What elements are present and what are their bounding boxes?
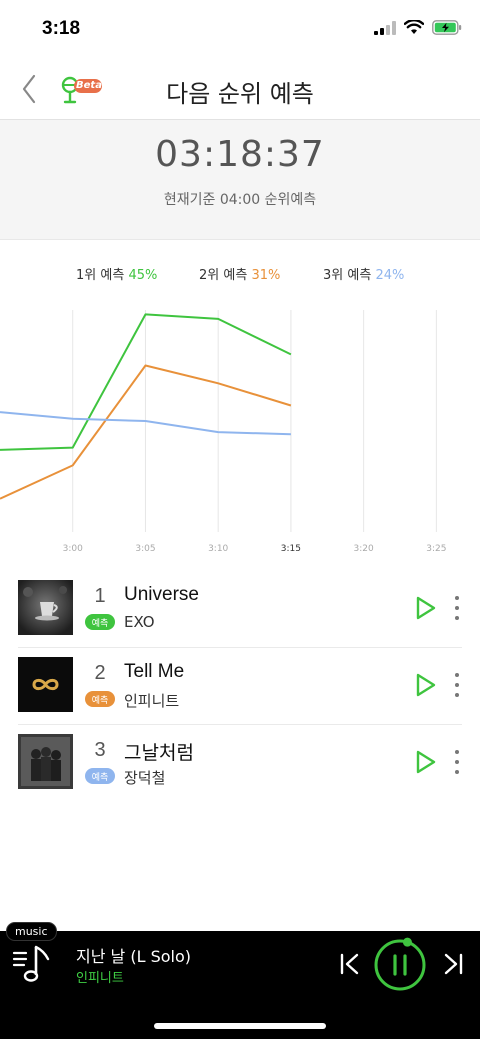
song-title[interactable]: 그날처럼	[124, 738, 194, 765]
song-title[interactable]: Tell Me	[124, 661, 184, 683]
chevron-left-icon	[22, 74, 36, 104]
album-cover[interactable]	[18, 734, 73, 789]
list-item[interactable]: 3 예측 그날처럼 장덕철	[0, 724, 480, 802]
song-list: 1 예측 Universe EXO 2 예측 Tell Me 인피니트 3 예측…	[0, 571, 480, 802]
legend-percent: 31%	[251, 268, 281, 283]
more-options-icon[interactable]	[448, 673, 466, 697]
list-item[interactable]: 2 예측 Tell Me 인피니트	[0, 647, 480, 725]
prediction-badge: 예측	[85, 614, 115, 630]
legend-item-rank1: 1위 예측 45%	[76, 264, 157, 283]
prediction-chart: 3:00 3:05 3:10 3:15 3:20 3:25	[0, 310, 480, 560]
play-icon[interactable]	[414, 672, 438, 698]
chart-legend: 1위 예측 45% 2위 예측 31% 3위 예측 24%	[0, 264, 480, 284]
previous-track-icon[interactable]	[338, 951, 362, 977]
x-tick-label: 3:05	[135, 544, 155, 554]
music-tag: music	[6, 922, 57, 941]
prediction-badge: 예측	[85, 768, 115, 784]
album-art-image	[18, 580, 73, 635]
song-artist[interactable]: 인피니트	[124, 690, 179, 711]
rank-number: 1	[94, 585, 106, 607]
x-tick-label: 3:10	[208, 544, 228, 554]
home-indicator[interactable]	[154, 1023, 326, 1029]
rank-number: 2	[94, 662, 106, 684]
now-playing-title[interactable]: 지난 날 (L Solo)	[76, 943, 191, 967]
legend-label: 3위 예측	[323, 268, 372, 283]
song-artist[interactable]: 장덕철	[124, 767, 165, 788]
song-title[interactable]: Universe	[124, 584, 199, 606]
x-tick-label: 3:20	[354, 544, 374, 554]
play-icon[interactable]	[414, 749, 438, 775]
list-item[interactable]: 1 예측 Universe EXO	[0, 571, 480, 648]
prediction-line-chart: 3:00 3:05 3:10 3:15 3:20 3:25	[0, 310, 446, 554]
album-cover[interactable]	[18, 580, 73, 635]
more-options-icon[interactable]	[448, 750, 466, 774]
battery-charging-icon	[432, 20, 462, 35]
status-bar: 3:18	[0, 0, 480, 58]
prediction-badge: 예측	[85, 691, 115, 707]
legend-percent: 24%	[375, 268, 405, 283]
x-tick-label: 3:15	[281, 544, 301, 554]
x-tick-label: 3:25	[426, 544, 446, 554]
countdown-timer: 03:18:37	[155, 134, 325, 175]
back-button[interactable]	[14, 72, 44, 106]
wifi-icon	[404, 20, 424, 34]
legend-item-rank3: 3위 예측 24%	[323, 264, 404, 283]
pause-button[interactable]	[372, 937, 428, 993]
beta-logo: Beta	[58, 74, 104, 106]
play-icon[interactable]	[414, 595, 438, 621]
song-artist[interactable]: EXO	[124, 613, 155, 631]
legend-item-rank2: 2위 예측 31%	[199, 264, 280, 283]
album-cover[interactable]	[18, 657, 73, 712]
x-tick-label: 3:00	[63, 544, 83, 554]
album-art-image	[18, 657, 73, 712]
countdown-section: 03:18:37 현재기준 04:00 순위예측	[0, 120, 480, 240]
prediction-basis-text: 현재기준 04:00 순위예측	[163, 192, 317, 208]
next-track-icon[interactable]	[441, 951, 465, 977]
legend-percent: 45%	[128, 268, 158, 283]
legend-label: 2위 예측	[199, 268, 248, 283]
rank-number: 3	[94, 739, 106, 761]
header: Beta 다음 순위 예측	[0, 58, 480, 120]
more-options-icon[interactable]	[448, 596, 466, 620]
mini-player[interactable]: music 지난 날 (L Solo) 인피니트	[0, 922, 480, 1039]
beta-badge: Beta	[76, 80, 102, 91]
progress-knob[interactable]	[402, 937, 412, 947]
status-time: 3:18	[42, 18, 81, 39]
cellular-signal-icon	[374, 20, 396, 35]
legend-label: 1위 예측	[76, 268, 125, 283]
status-icons	[374, 20, 462, 35]
playlist-music-icon[interactable]	[12, 943, 54, 983]
album-art-image	[18, 734, 73, 789]
now-playing-artist[interactable]: 인피니트	[76, 967, 124, 986]
